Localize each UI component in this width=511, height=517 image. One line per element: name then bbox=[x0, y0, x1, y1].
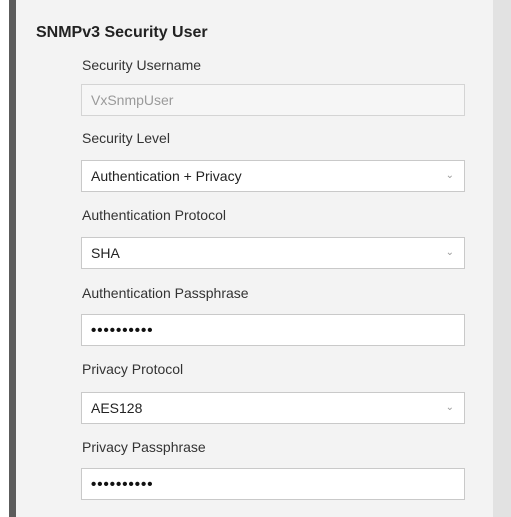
chevron-down-icon: ⌄ bbox=[445, 247, 454, 258]
privacy-protocol-select[interactable]: AES128 ⌄ bbox=[81, 392, 465, 424]
chevron-down-icon: ⌄ bbox=[445, 402, 454, 413]
auth-protocol-value: SHA bbox=[91, 245, 120, 261]
privacy-passphrase-label: Privacy Passphrase bbox=[82, 439, 206, 455]
security-username-field[interactable]: VxSnmpUser bbox=[81, 84, 465, 116]
security-level-label: Security Level bbox=[82, 130, 170, 146]
auth-protocol-select[interactable]: SHA ⌄ bbox=[81, 237, 465, 269]
left-accent-bar bbox=[9, 0, 16, 517]
auth-passphrase-input[interactable]: •••••••••• bbox=[81, 314, 465, 346]
security-level-select[interactable]: Authentication + Privacy ⌄ bbox=[81, 160, 465, 192]
auth-protocol-label: Authentication Protocol bbox=[82, 207, 226, 223]
security-level-value: Authentication + Privacy bbox=[91, 168, 242, 184]
auth-passphrase-value: •••••••••• bbox=[91, 321, 154, 339]
section-title: SNMPv3 Security User bbox=[36, 24, 208, 41]
privacy-passphrase-input[interactable]: •••••••••• bbox=[81, 468, 465, 500]
auth-passphrase-label: Authentication Passphrase bbox=[82, 285, 249, 301]
privacy-protocol-label: Privacy Protocol bbox=[82, 361, 184, 377]
privacy-passphrase-value: •••••••••• bbox=[91, 475, 154, 493]
security-username-value: VxSnmpUser bbox=[91, 92, 174, 108]
security-username-label: Security Username bbox=[82, 57, 202, 73]
chevron-down-icon: ⌄ bbox=[445, 170, 454, 181]
privacy-protocol-value: AES128 bbox=[91, 400, 143, 416]
snmp-settings-page: SNMPv3 Security User Security Username V… bbox=[0, 0, 511, 517]
scrollbar-track[interactable] bbox=[493, 0, 511, 517]
